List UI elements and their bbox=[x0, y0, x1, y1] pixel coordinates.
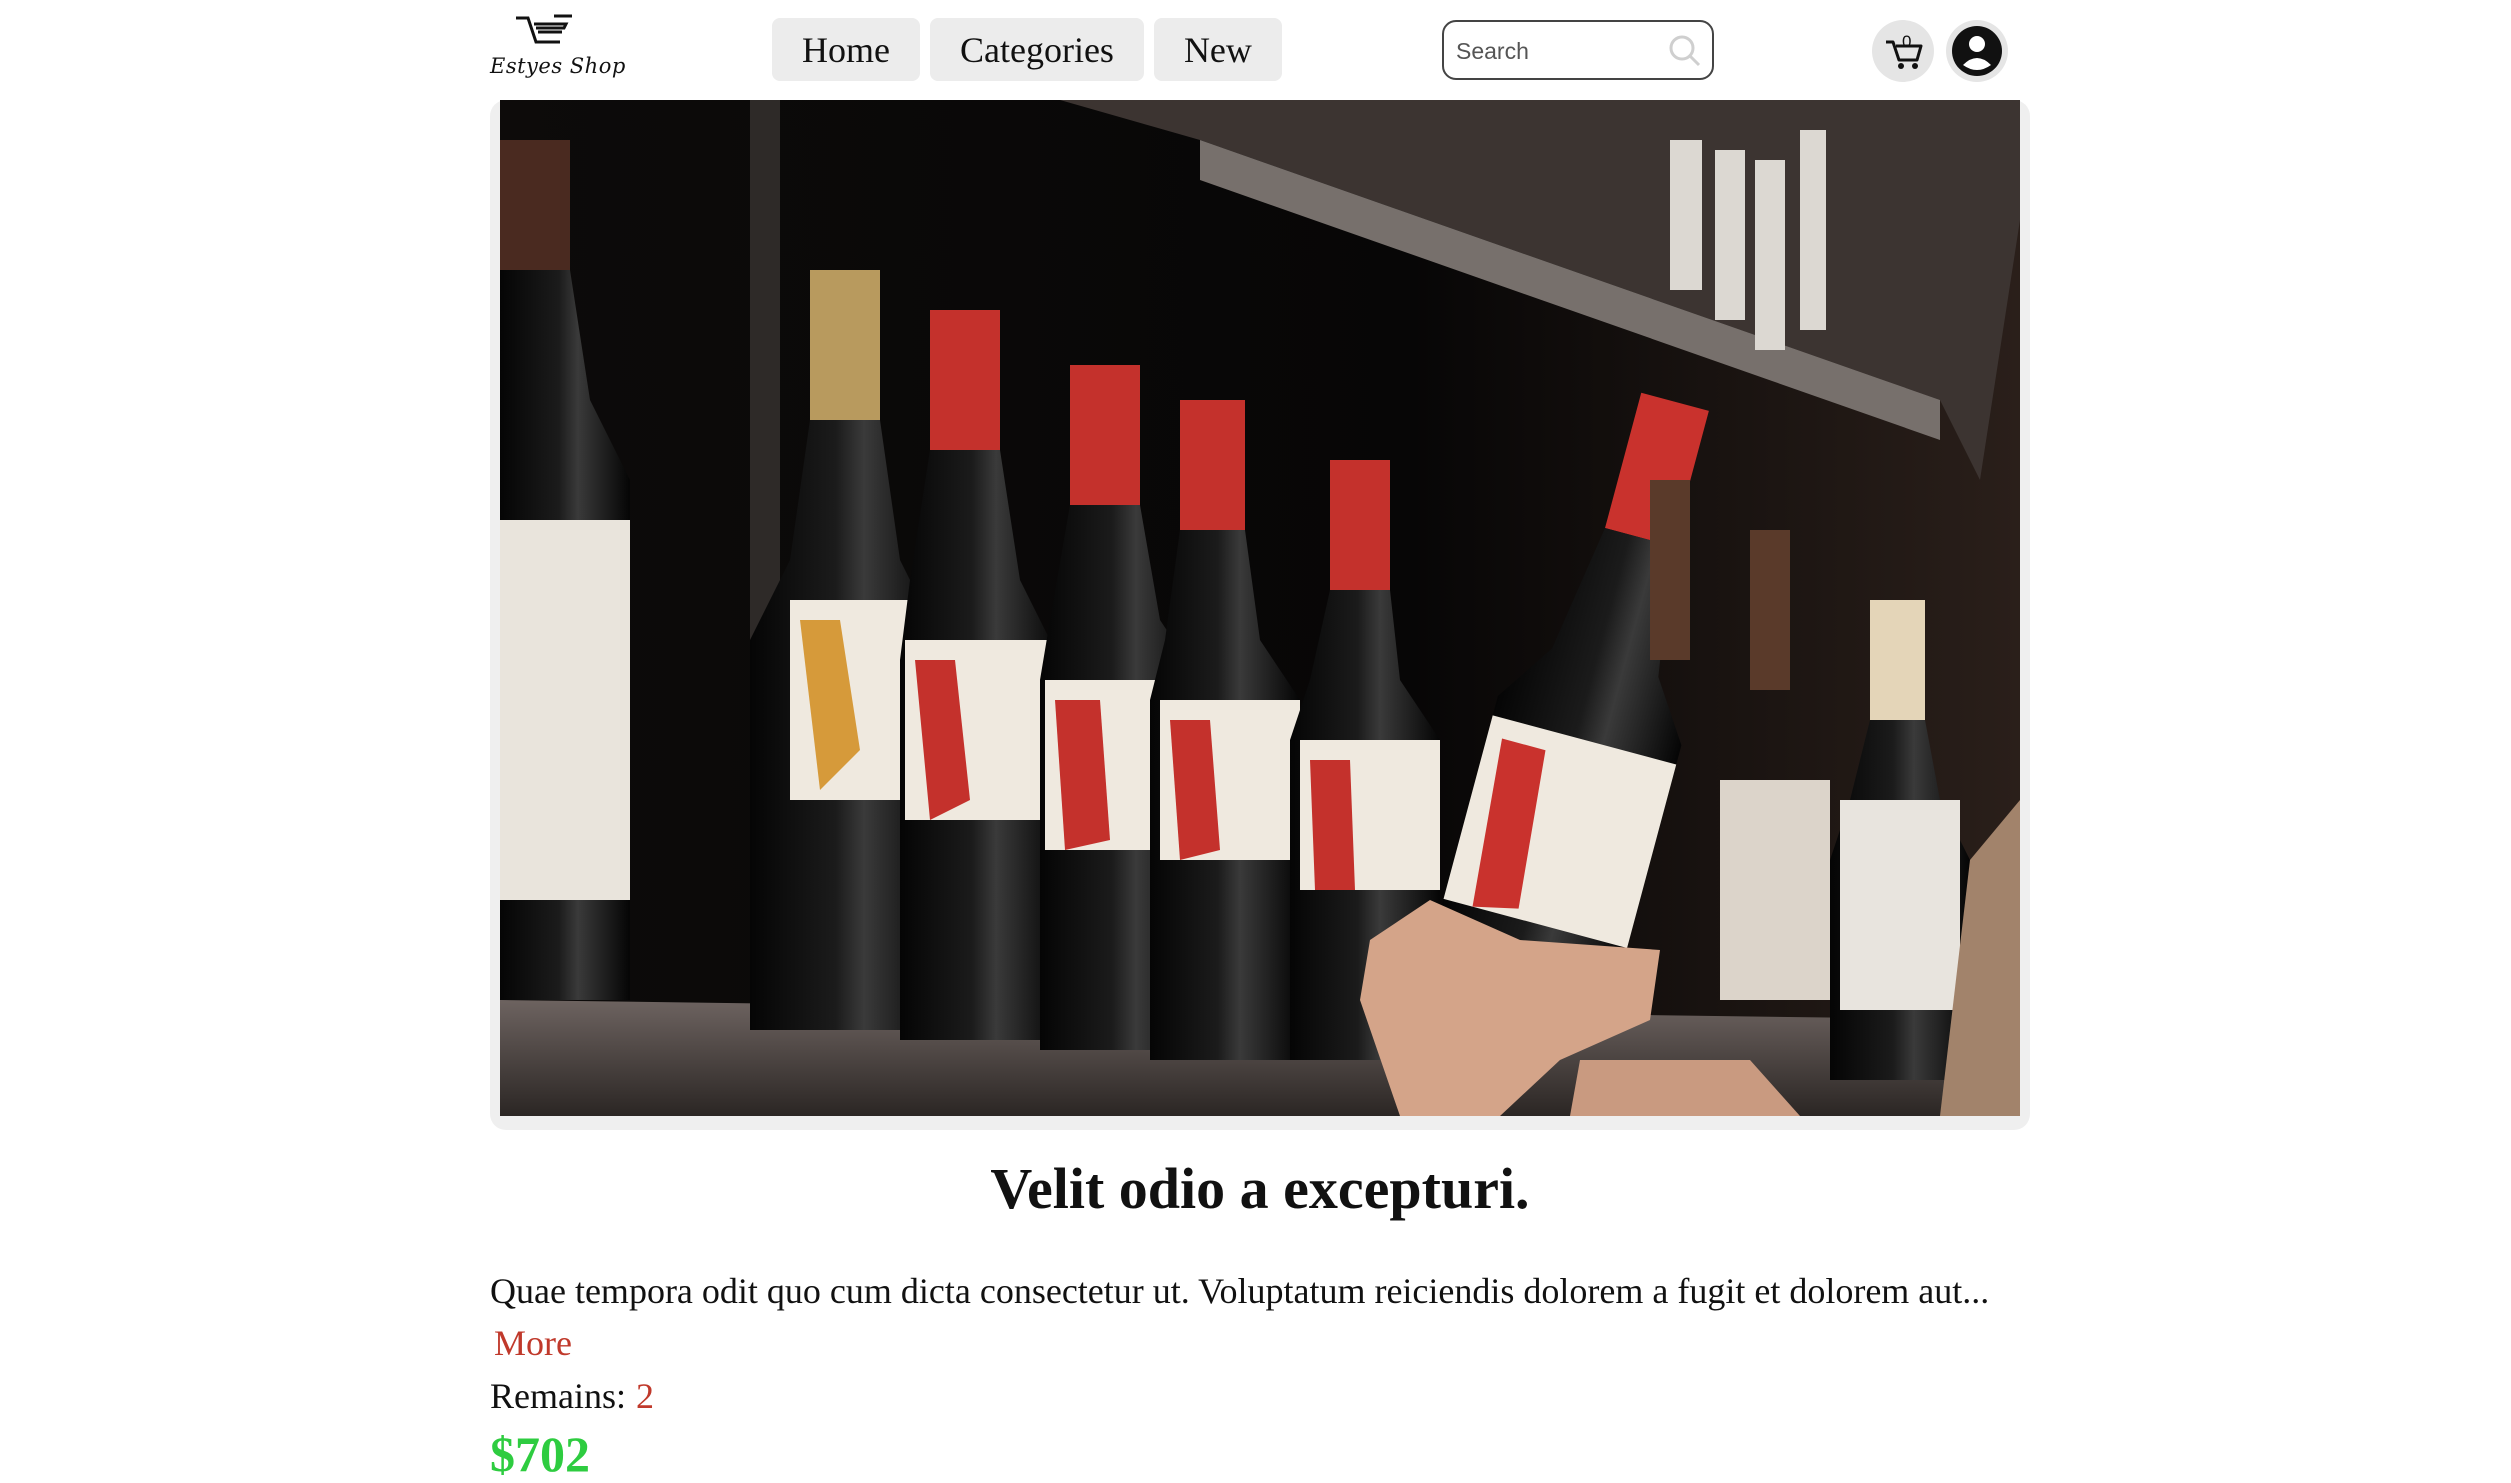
logo[interactable]: Estyes Shop bbox=[490, 14, 625, 84]
remains-label: Remains: bbox=[490, 1376, 626, 1416]
cart-count: 0 bbox=[1902, 32, 1912, 51]
nav-new[interactable]: New bbox=[1153, 18, 1282, 81]
wine-bottles-image bbox=[500, 100, 2020, 1116]
product-image[interactable] bbox=[500, 100, 2020, 1116]
search-input[interactable] bbox=[1454, 22, 1668, 80]
more-link[interactable]: More bbox=[494, 1322, 572, 1364]
product-description: Quae tempora odit quo cum dicta consecte… bbox=[490, 1271, 1990, 1311]
logo-text: Estyes Shop bbox=[490, 54, 626, 78]
main-nav: Home Categories New bbox=[772, 18, 1282, 81]
page: Estyes Shop Home Categories New 0 bbox=[490, 0, 2030, 1482]
remains: Remains: 2 bbox=[490, 1375, 654, 1417]
search-icon[interactable] bbox=[1668, 34, 1702, 68]
nav-home[interactable]: Home bbox=[772, 18, 920, 81]
user-account-button[interactable] bbox=[1946, 20, 2008, 82]
search-box bbox=[1442, 20, 1714, 80]
user-icon bbox=[1952, 26, 2002, 76]
logo-cart-icon bbox=[516, 14, 572, 44]
cart-button[interactable]: 0 bbox=[1872, 20, 1934, 82]
product-title: Velit odio a excepturi. bbox=[990, 1156, 1530, 1221]
nav-categories[interactable]: Categories bbox=[929, 18, 1144, 81]
hero-frame bbox=[490, 100, 2030, 1130]
product-price: $702 bbox=[490, 1426, 590, 1482]
remains-value: 2 bbox=[635, 1376, 654, 1416]
